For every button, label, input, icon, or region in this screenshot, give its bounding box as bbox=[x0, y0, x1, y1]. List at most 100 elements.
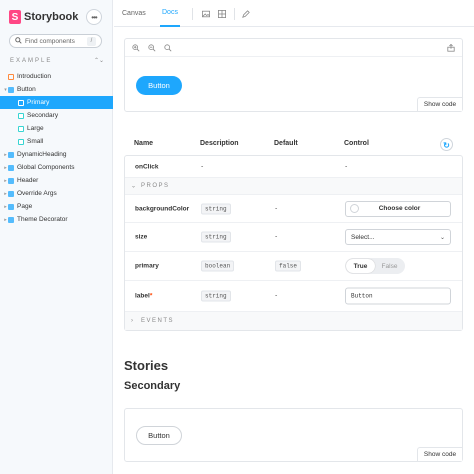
events-group-label: EVENTS bbox=[141, 318, 175, 324]
toggle-true-option[interactable]: True bbox=[346, 259, 375, 273]
show-code-button[interactable]: Show code bbox=[417, 97, 462, 111]
sidebar-item-override-args[interactable]: ▸ Override Args bbox=[0, 187, 113, 200]
component-icon bbox=[8, 151, 14, 158]
arg-description: - bbox=[201, 163, 204, 170]
sidebar-menu-button[interactable]: ••• bbox=[86, 9, 102, 25]
arg-default: - bbox=[275, 233, 278, 241]
story-icon bbox=[18, 99, 24, 106]
sidebar-section-label[interactable]: EXAMPLE bbox=[10, 58, 52, 64]
zoom-reset-icon[interactable] bbox=[163, 43, 173, 53]
sidebar-item-button[interactable]: ▾ Button bbox=[0, 83, 113, 96]
arg-name-backgroundcolor: backgroundColor bbox=[135, 205, 190, 212]
story-icon bbox=[18, 112, 24, 119]
sidebar-item-page[interactable]: ▸ Page bbox=[0, 200, 113, 213]
sidebar-item-label: Small bbox=[27, 138, 44, 145]
image-icon[interactable] bbox=[202, 10, 210, 18]
sidebar-item-label: Primary bbox=[27, 99, 50, 106]
zoom-in-icon[interactable] bbox=[131, 43, 141, 53]
sidebar-item-label: Introduction bbox=[17, 73, 51, 80]
size-select-value: Select... bbox=[351, 233, 375, 241]
arg-default: - bbox=[275, 205, 278, 212]
grid-icon[interactable] bbox=[218, 10, 226, 18]
story-icon bbox=[18, 125, 24, 132]
arg-name-onclick: onClick bbox=[135, 163, 159, 170]
search-icon bbox=[15, 36, 22, 46]
color-picker-button[interactable]: Choose color bbox=[345, 200, 451, 217]
search-box[interactable]: / bbox=[9, 34, 102, 48]
chevron-down-icon: ⌄ bbox=[131, 183, 138, 190]
sidebar-item-label: DynamicHeading bbox=[17, 151, 67, 158]
sidebar-item-theme-decorator[interactable]: ▸ Theme Decorator bbox=[0, 213, 113, 226]
story-preview-primary: Button Show code bbox=[124, 38, 463, 112]
sidebar-item-label: Button bbox=[17, 86, 36, 93]
arg-control: - bbox=[345, 163, 348, 170]
section-collapse-icon[interactable]: ⌃⌄ bbox=[94, 57, 104, 64]
toolbar: Canvas Docs bbox=[114, 0, 474, 27]
sidebar-item-label: Override Args bbox=[17, 190, 57, 197]
sidebar-item-primary[interactable]: Primary bbox=[0, 96, 113, 109]
sidebar-item-header[interactable]: ▸ Header bbox=[0, 174, 113, 187]
sidebar-item-introduction[interactable]: Introduction bbox=[0, 70, 113, 83]
tab-docs[interactable]: Docs bbox=[160, 0, 180, 27]
search-shortcut-hint: / bbox=[87, 37, 96, 46]
story-icon bbox=[18, 138, 24, 145]
stories-heading: Stories bbox=[124, 358, 169, 373]
sidebar-item-label: Secondary bbox=[27, 112, 59, 119]
sidebar-item-global-components[interactable]: ▸ Global Components bbox=[0, 161, 113, 174]
arg-default: - bbox=[275, 292, 278, 300]
sidebar-item-label: Header bbox=[17, 177, 39, 184]
brand-name: Storybook bbox=[24, 11, 79, 23]
secondary-story-button[interactable]: Button bbox=[136, 426, 182, 445]
required-marker: * bbox=[149, 292, 153, 300]
arg-type: string bbox=[201, 203, 231, 214]
props-group-row[interactable]: ⌄ PROPS bbox=[125, 178, 462, 195]
arg-name-text: label bbox=[135, 292, 150, 300]
story-preview-secondary: Button Show code bbox=[124, 408, 463, 462]
table-row: label* string - bbox=[125, 281, 462, 312]
chevron-down-icon: ⌄ bbox=[439, 234, 445, 241]
primary-story-button[interactable]: Button bbox=[136, 76, 182, 95]
component-icon bbox=[8, 86, 14, 93]
chevron-right-icon: › bbox=[131, 318, 135, 324]
reset-controls-button[interactable]: ↻ bbox=[440, 138, 453, 151]
search-input[interactable] bbox=[25, 37, 90, 45]
sidebar-item-label: Theme Decorator bbox=[17, 216, 68, 223]
props-group-label: PROPS bbox=[141, 183, 170, 189]
tab-canvas[interactable]: Canvas bbox=[122, 0, 146, 27]
color-swatch-icon bbox=[350, 204, 359, 213]
sidebar-item-dynamicheading[interactable]: ▸ DynamicHeading bbox=[0, 148, 113, 161]
sidebar-item-label: Global Components bbox=[17, 164, 75, 171]
component-icon bbox=[8, 190, 14, 197]
docs-main: Button Show code Name Description Defaul… bbox=[114, 28, 474, 474]
size-select[interactable]: Select... ⌄ bbox=[345, 229, 451, 245]
document-icon bbox=[8, 73, 14, 80]
sidebar-item-label: Page bbox=[17, 203, 33, 210]
arg-name-size: size bbox=[135, 233, 148, 241]
table-row: primary boolean false True False bbox=[125, 252, 462, 281]
sidebar-item-label: Large bbox=[27, 125, 44, 132]
toolbar-divider bbox=[192, 8, 193, 20]
args-table: onClick - - ⌄ PROPS backgroundColor stri… bbox=[124, 155, 463, 331]
sidebar-item-secondary[interactable]: Secondary bbox=[0, 109, 113, 122]
column-header-control: Control bbox=[344, 140, 369, 147]
component-icon bbox=[8, 203, 14, 210]
arg-name-label: label* bbox=[135, 293, 152, 300]
share-icon[interactable] bbox=[446, 43, 456, 53]
secondary-heading: Secondary bbox=[124, 380, 181, 392]
show-code-button[interactable]: Show code bbox=[417, 447, 462, 461]
args-table-header: Name Description Default Control ↻ bbox=[124, 138, 463, 152]
sidebar-item-small[interactable]: Small bbox=[0, 135, 113, 148]
toggle-false-option[interactable]: False bbox=[375, 259, 404, 273]
sidebar-item-large[interactable]: Large bbox=[0, 122, 113, 135]
brand[interactable]: S Storybook bbox=[9, 10, 78, 24]
component-icon bbox=[8, 164, 14, 171]
pencil-icon[interactable] bbox=[242, 10, 250, 18]
primary-toggle[interactable]: True False bbox=[345, 258, 405, 274]
toolbar-divider bbox=[234, 8, 235, 20]
more-icon: ••• bbox=[91, 12, 97, 22]
table-row: backgroundColor string - Choose color bbox=[125, 195, 462, 223]
label-input[interactable] bbox=[345, 287, 451, 305]
component-icon bbox=[8, 216, 14, 223]
zoom-out-icon[interactable] bbox=[147, 43, 157, 53]
events-group-row[interactable]: › EVENTS bbox=[125, 312, 462, 330]
